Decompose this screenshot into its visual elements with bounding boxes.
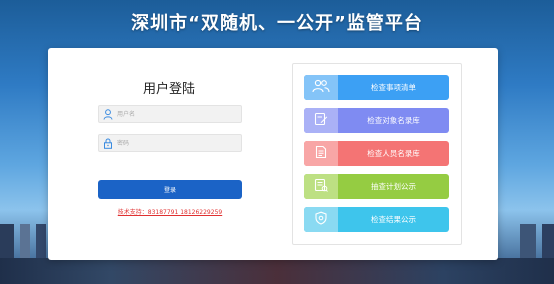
button-label: 抽查计划公示 bbox=[371, 182, 416, 191]
inspectors-directory-button[interactable]: 检查人员名录库 bbox=[304, 141, 449, 166]
username-field[interactable] bbox=[98, 105, 242, 123]
button-label: 检查对象名录库 bbox=[367, 116, 420, 125]
button-label: 检查人员名录库 bbox=[367, 149, 420, 158]
password-input[interactable] bbox=[117, 136, 235, 150]
shield-icon bbox=[314, 210, 328, 229]
tech-support-link[interactable]: 技术支持：83187791 18126229259 bbox=[96, 207, 244, 216]
icon-box bbox=[304, 108, 338, 133]
city-foreground-background bbox=[0, 258, 554, 284]
icon-box bbox=[304, 75, 338, 100]
document-list-icon bbox=[314, 144, 328, 163]
spot-check-plan-button[interactable]: 抽查计划公示 bbox=[304, 174, 449, 199]
check-results-button[interactable]: 检查结果公示 bbox=[304, 207, 449, 232]
main-card: 用户登陆 登录 技术支持：83187791 18126229259 bbox=[48, 48, 498, 260]
people-icon bbox=[312, 78, 330, 97]
quick-links-panel: 检查事项清单 检查对象名录库 检查人员名录库 抽查计划公示 检查结果公示 bbox=[292, 63, 462, 245]
check-items-list-button[interactable]: 检查事项清单 bbox=[304, 75, 449, 100]
user-icon bbox=[99, 106, 117, 122]
login-heading: 用户登陆 bbox=[142, 82, 195, 97]
button-label: 检查结果公示 bbox=[371, 215, 416, 224]
button-label: 检查事项清单 bbox=[371, 83, 416, 92]
lock-icon bbox=[99, 135, 117, 151]
check-objects-directory-button[interactable]: 检查对象名录库 bbox=[304, 108, 449, 133]
password-field[interactable] bbox=[98, 134, 242, 152]
username-input[interactable] bbox=[117, 107, 235, 121]
icon-box bbox=[304, 141, 338, 166]
page-title: 深圳市“双随机、一公开”监管平台 bbox=[131, 13, 423, 34]
edit-document-icon bbox=[314, 111, 328, 130]
icon-box bbox=[304, 207, 338, 232]
icon-box bbox=[304, 174, 338, 199]
plan-icon bbox=[314, 177, 328, 196]
login-button[interactable]: 登录 bbox=[98, 180, 242, 199]
